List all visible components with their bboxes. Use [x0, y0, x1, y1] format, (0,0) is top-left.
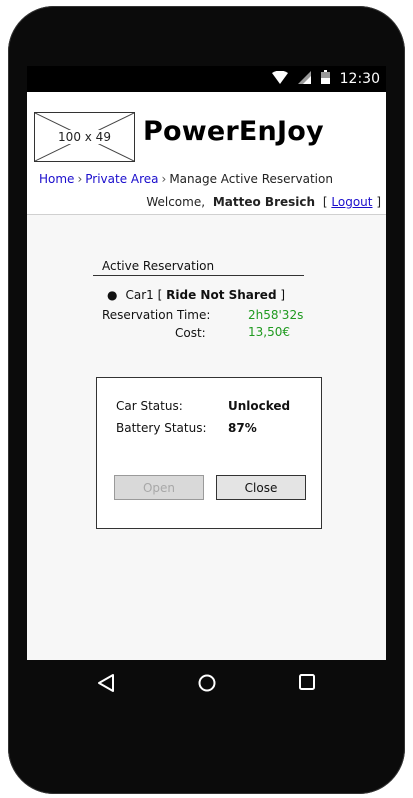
battery-status-value: 87%: [228, 421, 257, 435]
ride-type: Ride Not Shared: [166, 288, 277, 302]
wifi-icon: [271, 70, 288, 88]
logout-bracket-close: ]: [376, 195, 381, 209]
logo-placeholder-label: 100 x 49: [56, 130, 113, 144]
battery-status-label: Battery Status:: [116, 421, 207, 435]
breadcrumb-current: Manage Active Reservation: [169, 172, 333, 186]
car-status-dialog: Car Status: Unlocked Battery Status: 87%…: [96, 377, 322, 529]
page-header: 100 x 49 PowerEnJoy Home › Private Area › Ma…: [27, 92, 386, 215]
reservation-time-label: Reservation Time:: [102, 308, 211, 322]
breadcrumb: Home › Private Area › Manage Active Reservat…: [39, 172, 333, 186]
user-name: Matteo Bresich: [212, 195, 316, 209]
breadcrumb-separator: ›: [77, 172, 83, 186]
ride-bracket-close: ]: [280, 288, 286, 302]
app-screen: 100 x 49 PowerEnJoy Home › Private Area › Ma…: [27, 92, 386, 660]
home-icon[interactable]: [197, 673, 217, 697]
close-button[interactable]: Close: [216, 475, 306, 500]
app-title: PowerEnJoy: [143, 116, 324, 147]
logout-bracket-open: [: [322, 195, 328, 209]
signal-icon: [297, 70, 311, 88]
active-reservation-heading: Active Reservation: [93, 259, 304, 276]
logo-placeholder: 100 x 49: [34, 112, 135, 162]
cost-value: 13,50€: [248, 325, 290, 339]
open-button[interactable]: Open: [114, 475, 204, 500]
navigation-bar: [27, 660, 386, 710]
cost-label: Cost:: [175, 326, 206, 340]
reservation-time-value: 2h58'32s: [248, 308, 304, 322]
recents-icon[interactable]: [298, 673, 316, 695]
welcome-bar: Welcome, Matteo Bresich [ Logout ]: [146, 195, 381, 209]
battery-icon: [320, 70, 330, 88]
welcome-text: Welcome,: [146, 195, 206, 209]
logout-link[interactable]: Logout: [331, 195, 372, 209]
car-name: Car1: [125, 288, 154, 302]
ride-bracket-open: [: [157, 288, 163, 302]
back-icon[interactable]: [97, 673, 115, 697]
bullet-icon: ●: [107, 288, 118, 302]
reservation-list-item: ● Car1 [ Ride Not Shared ]: [107, 288, 285, 302]
breadcrumb-home-link[interactable]: Home: [39, 172, 74, 186]
breadcrumb-private-area-link[interactable]: Private Area: [85, 172, 158, 186]
car-status-value: Unlocked: [228, 399, 291, 413]
breadcrumb-separator: ›: [161, 172, 167, 186]
car-status-label: Car Status:: [116, 399, 183, 413]
status-bar: 12:30: [27, 66, 386, 92]
status-time: 12:30: [339, 71, 380, 87]
